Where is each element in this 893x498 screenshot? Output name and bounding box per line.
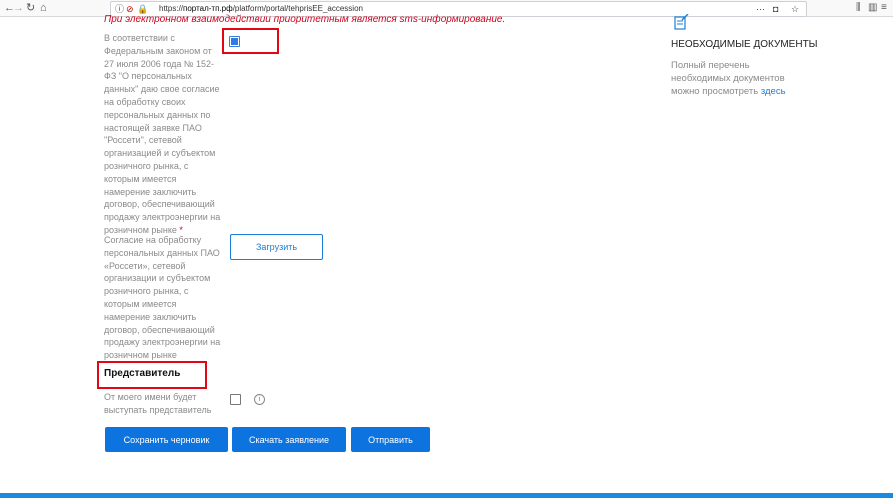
- representative-title: Представитель: [104, 368, 181, 379]
- highlight-box-consent: [222, 28, 279, 54]
- download-application-button[interactable]: Скачать заявление: [232, 427, 346, 452]
- consent-label-text: В соответствии с Федеральным законом от …: [104, 33, 221, 235]
- documents-link[interactable]: здесь: [761, 86, 786, 97]
- url-prefix: https://: [159, 4, 184, 13]
- documents-icon: [674, 14, 689, 30]
- upload-consent-label: Согласие на обработку персональных данны…: [104, 235, 221, 361]
- forward-icon[interactable]: →: [13, 1, 24, 15]
- representative-checkbox[interactable]: [230, 394, 241, 405]
- documents-description: Полный перечень необходимых документов м…: [671, 59, 811, 98]
- bookmark-star-icon[interactable]: ☆: [791, 2, 799, 16]
- footer-bar: [0, 493, 893, 498]
- library-icon[interactable]: ⫼: [856, 1, 861, 15]
- info-icon[interactable]: i: [254, 394, 265, 405]
- more-actions-icon[interactable]: ⋯: [756, 2, 765, 16]
- url-domain: портал-тп.рф: [183, 4, 233, 13]
- menu-icon[interactable]: ≡: [881, 1, 887, 15]
- url-path: /platform/portal/tehprisEE_accession: [232, 4, 363, 13]
- pocket-icon[interactable]: ◘: [773, 2, 778, 16]
- documents-title: НЕОБХОДИМЫЕ ДОКУМЕНТЫ: [671, 39, 818, 50]
- upload-button[interactable]: Загрузить: [230, 234, 323, 260]
- representative-label: От моего имени будет выступать представи…: [104, 392, 212, 415]
- reload-icon[interactable]: ↻: [26, 1, 35, 15]
- sms-priority-warning: При электронном взаимодействии приоритет…: [104, 14, 506, 25]
- consent-label: В соответствии с Федеральным законом от …: [104, 32, 222, 237]
- save-draft-button[interactable]: Сохранить черновик: [105, 427, 228, 452]
- sidebar-icon[interactable]: ▥: [868, 1, 877, 15]
- home-icon[interactable]: ⌂: [40, 1, 47, 15]
- submit-button[interactable]: Отправить: [351, 427, 430, 452]
